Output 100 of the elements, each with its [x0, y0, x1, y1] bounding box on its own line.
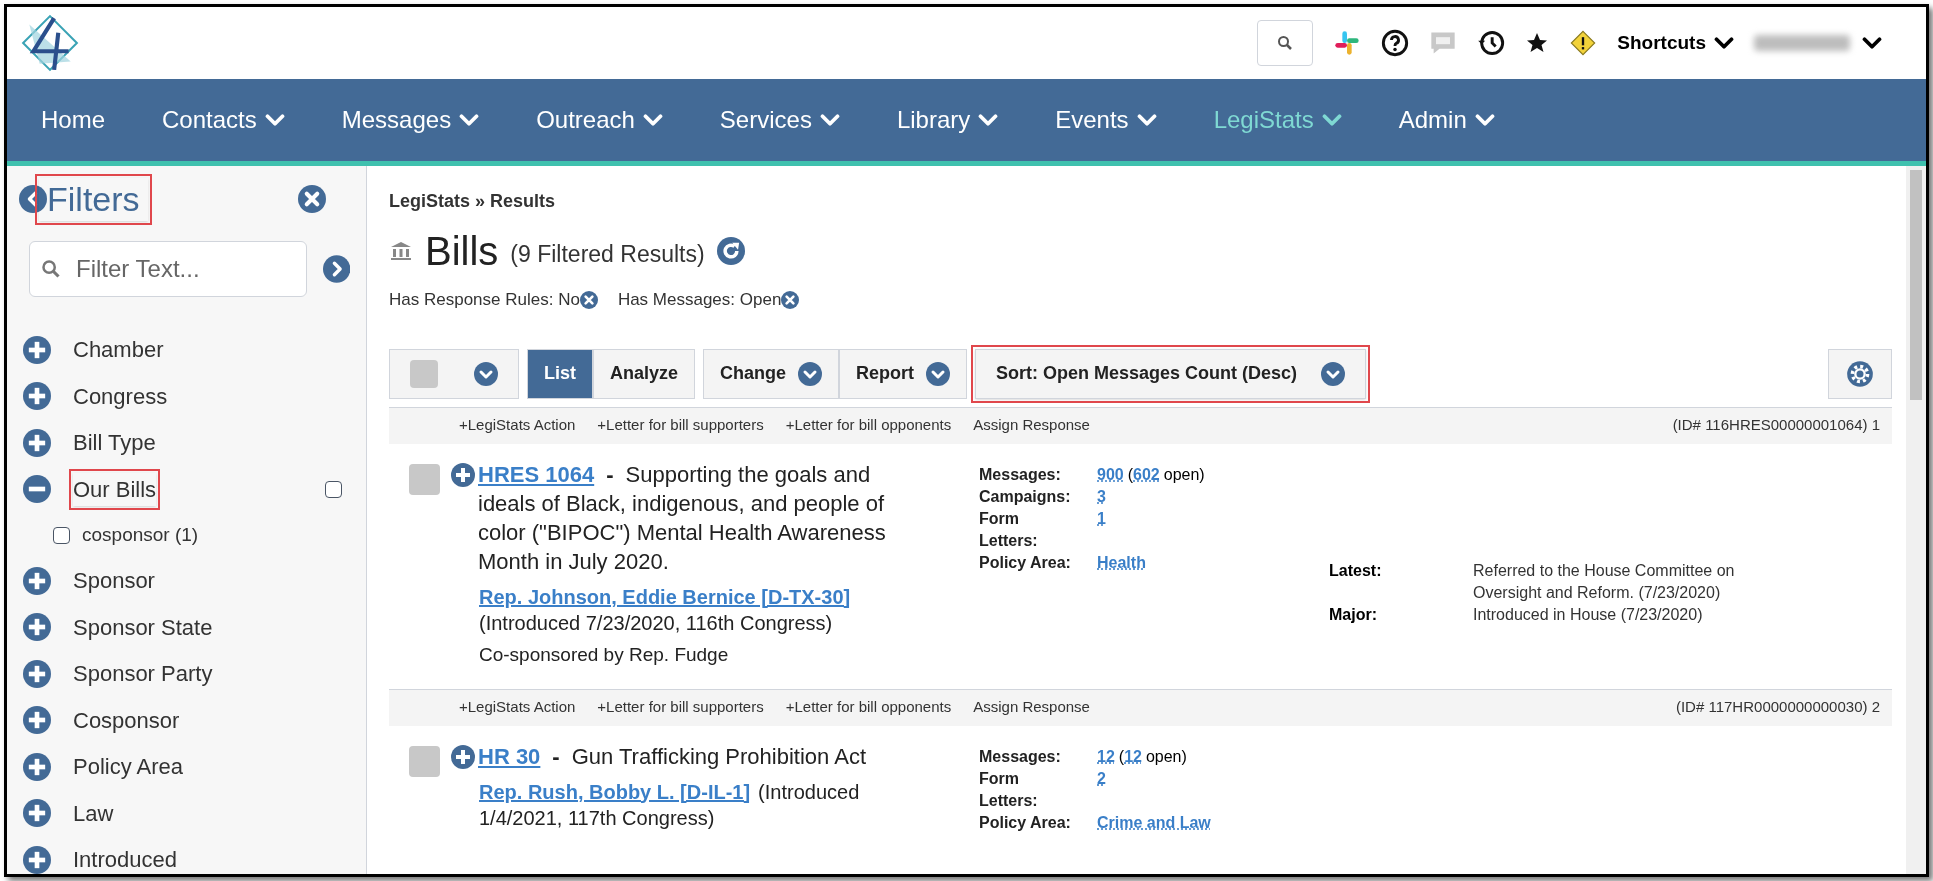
- close-icon[interactable]: [579, 290, 598, 309]
- filter-label[interactable]: Sponsor: [73, 564, 155, 598]
- history-icon[interactable]: [1477, 29, 1506, 57]
- filter-label[interactable]: Policy Area: [73, 750, 184, 784]
- filter-label[interactable]: Cosponsor: [73, 703, 180, 737]
- view-tab[interactable]: Analyze: [593, 348, 696, 399]
- cosponsor-note: Co-sponsored by Rep. Fudge: [478, 642, 730, 667]
- view-tab[interactable]: List: [527, 348, 593, 399]
- close-icon[interactable]: [781, 290, 800, 309]
- shortcuts-menu[interactable]: Shortcuts: [1617, 28, 1734, 58]
- plus-circle-icon[interactable]: [23, 659, 51, 688]
- nav-tab[interactable]: Library: [896, 102, 999, 138]
- stat-label: Campaigns:: [979, 486, 1072, 507]
- plus-circle-icon[interactable]: [23, 382, 51, 411]
- plus-circle-icon[interactable]: [23, 613, 51, 642]
- checkbox[interactable]: [409, 745, 440, 777]
- action-link[interactable]: +Letter for bill opponents: [785, 696, 952, 719]
- action-link[interactable]: +Letter for bill supporters: [597, 696, 764, 719]
- stat-label: Form: [979, 508, 1020, 529]
- bill-summary: HR 30 - Gun Trafficking Prohibition Act: [478, 742, 867, 771]
- chevron-down-icon[interactable]: [1321, 361, 1346, 386]
- sponsor-link[interactable]: Rep. Rush, Bobby L. [D-IL-1]: [479, 780, 751, 803]
- status-label: Latest:: [1329, 560, 1383, 581]
- settings-button[interactable]: [1828, 348, 1892, 399]
- go-icon[interactable]: [322, 254, 350, 283]
- help-icon[interactable]: [1381, 29, 1410, 57]
- open-count-link[interactable]: 12: [1124, 745, 1142, 768]
- stat-label: Policy Area:: [979, 552, 1072, 573]
- sponsor-info: Rep. Rush, Bobby L. [D-IL-1] (Introduced 1/4/2021, 117th Congress): [478, 779, 861, 831]
- stat-link[interactable]: Crime and Law: [1097, 811, 1211, 834]
- filter-label[interactable]: Congress: [73, 379, 168, 413]
- report-button[interactable]: Report: [839, 348, 968, 399]
- refresh-icon[interactable]: [716, 237, 745, 265]
- logo[interactable]: [19, 12, 81, 74]
- close-icon[interactable]: [298, 185, 326, 214]
- checkbox[interactable]: [410, 359, 438, 388]
- filter-label[interactable]: Chamber: [73, 333, 164, 367]
- stat-link[interactable]: 900: [1097, 463, 1124, 486]
- bill-id: (ID# 116HRES00000001064) 1: [1672, 415, 1880, 436]
- action-link[interactable]: +Letter for bill supporters: [597, 414, 764, 437]
- action-link[interactable]: +LegiStats Action: [459, 414, 576, 437]
- nav-tab[interactable]: Services: [719, 102, 840, 138]
- plus-circle-icon[interactable]: [451, 462, 475, 487]
- action-link[interactable]: Assign Response: [973, 414, 1090, 437]
- filter-label[interactable]: Law: [73, 796, 114, 830]
- open-count-link[interactable]: 602: [1133, 463, 1160, 486]
- stat-link[interactable]: 12: [1097, 745, 1115, 768]
- action-link[interactable]: +Letter for bill opponents: [785, 414, 952, 437]
- hash-icon[interactable]: [1333, 29, 1362, 57]
- action-link[interactable]: +LegiStats Action: [459, 696, 576, 719]
- filter-option[interactable]: cosponsor (1): [82, 520, 199, 550]
- plus-circle-icon[interactable]: [23, 752, 51, 781]
- active-filter: Has Messages: Open: [617, 289, 782, 311]
- open-count-prefix: (: [1118, 746, 1125, 767]
- stat-label: Letters:: [979, 790, 1039, 811]
- stat-label: Letters:: [979, 530, 1039, 551]
- checkbox[interactable]: [325, 480, 342, 498]
- plus-circle-icon[interactable]: [23, 335, 51, 364]
- search-icon: [41, 258, 61, 279]
- stat-link[interactable]: 1: [1097, 507, 1106, 530]
- bill-link[interactable]: HR 30: [478, 743, 541, 769]
- collapse-icon[interactable]: [19, 185, 47, 214]
- select-all-button[interactable]: [389, 348, 519, 399]
- stat-link[interactable]: 2: [1097, 767, 1106, 790]
- plus-circle-icon[interactable]: [23, 706, 51, 735]
- stat-label: Form: [979, 768, 1020, 789]
- status-label: Major:: [1329, 604, 1378, 625]
- nav-tab[interactable]: Messages: [341, 102, 480, 138]
- filter-label[interactable]: Sponsor Party: [73, 657, 213, 691]
- sponsor-link[interactable]: Rep. Johnson, Eddie Bernice [D-TX-30]: [479, 585, 851, 608]
- stat-link[interactable]: Health: [1097, 551, 1146, 574]
- plus-circle-icon[interactable]: [23, 799, 51, 828]
- plus-circle-icon[interactable]: [23, 428, 51, 457]
- plus-circle-icon[interactable]: [23, 845, 51, 874]
- checkbox[interactable]: [409, 463, 440, 495]
- plus-circle-icon[interactable]: [451, 744, 475, 769]
- nav-tab[interactable]: Admin: [1398, 102, 1495, 138]
- scrollbar[interactable]: [1906, 166, 1926, 874]
- bank-icon: [389, 239, 413, 263]
- nav-tab[interactable]: Contacts: [162, 102, 285, 138]
- chevron-down-icon[interactable]: [474, 361, 498, 386]
- status-text: Referred to the House Committee on Oversight and Reform. (7/23/2020): [1473, 560, 1736, 603]
- filter-search-field[interactable]: Filter Text...: [29, 240, 307, 297]
- search-button[interactable]: [1257, 20, 1314, 66]
- chevron-down-icon[interactable]: [926, 361, 951, 386]
- filter-label[interactable]: Introduced: [73, 843, 177, 874]
- warning-icon[interactable]: [1569, 29, 1598, 57]
- minus-circle-icon[interactable]: [23, 475, 51, 504]
- action-link[interactable]: Assign Response: [973, 696, 1090, 719]
- bill-link[interactable]: HRES 1064: [478, 461, 595, 487]
- stat-link[interactable]: 3: [1097, 485, 1106, 508]
- nav-tab[interactable]: Home: [41, 102, 106, 138]
- checkbox[interactable]: [53, 526, 70, 544]
- plus-circle-icon[interactable]: [23, 566, 51, 595]
- filter-label[interactable]: Sponsor State: [73, 610, 213, 644]
- nav-tab[interactable]: Events: [1055, 102, 1157, 138]
- filter-label[interactable]: Bill Type: [73, 426, 156, 460]
- nav-tab[interactable]: Outreach: [536, 102, 663, 138]
- chevron-down-icon[interactable]: [798, 361, 823, 386]
- change-button[interactable]: Change: [703, 348, 840, 399]
